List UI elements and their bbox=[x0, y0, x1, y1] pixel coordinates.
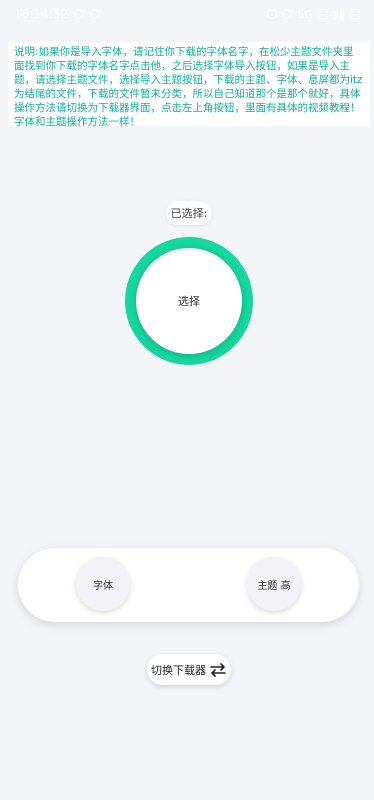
wifi-icon bbox=[282, 9, 293, 19]
status-time: 16:14:52 bbox=[14, 7, 68, 21]
swap-arrows-icon bbox=[210, 662, 226, 677]
selected-label: 已选择: bbox=[166, 201, 212, 225]
switch-downloader-button[interactable]: 切换下载器 bbox=[147, 654, 231, 685]
alarm-icon bbox=[267, 9, 278, 19]
network-type: 5G bbox=[297, 7, 313, 21]
switch-downloader-label: 切换下载器 bbox=[151, 663, 206, 677]
status-bar: 16:14:52 5G ▮▮ bbox=[0, 0, 374, 28]
status-right: 5G ▮▮ bbox=[267, 8, 360, 21]
signal-icon: ▮▮ bbox=[332, 7, 345, 21]
instructions-text: 说明:如果你是导入字体，请记住你下载的字体名字，在松少主题文件夹里面找到你下载的… bbox=[8, 42, 370, 128]
battery-icon bbox=[350, 9, 360, 19]
settings-icon bbox=[89, 9, 100, 19]
select-button[interactable]: 选择 bbox=[136, 248, 242, 354]
bottom-bar bbox=[18, 548, 359, 622]
theme-button[interactable]: 主题 高 bbox=[247, 557, 301, 611]
status-left: 16:14:52 bbox=[14, 7, 100, 21]
font-button[interactable]: 字体 bbox=[76, 557, 130, 611]
location-icon bbox=[73, 9, 84, 19]
sim-icon bbox=[317, 9, 328, 19]
